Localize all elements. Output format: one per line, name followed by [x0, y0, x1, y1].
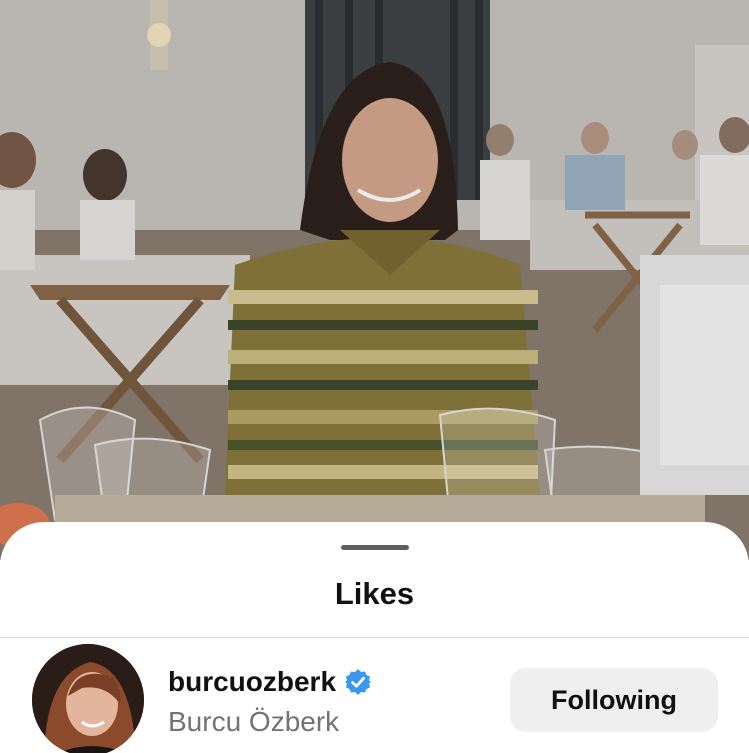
sheet-title: Likes	[334, 576, 415, 611]
post-photo	[0, 0, 749, 560]
username[interactable]: burcuozberk	[168, 666, 336, 698]
like-row[interactable]: burcuozberk Burcu Özberk Following	[0, 638, 749, 753]
following-button[interactable]: Following	[510, 668, 718, 732]
verified-badge-icon	[344, 668, 372, 696]
avatar[interactable]	[32, 644, 144, 753]
full-name: Burcu Özberk	[168, 706, 340, 737]
sheet-grabber[interactable]	[341, 545, 409, 550]
username-line: burcuozberk	[168, 666, 372, 698]
likes-sheet: Likes burcuozberk Burcu Özberk Following	[0, 522, 749, 753]
screen: Likes burcuozberk Burcu Özberk Following	[0, 0, 749, 753]
